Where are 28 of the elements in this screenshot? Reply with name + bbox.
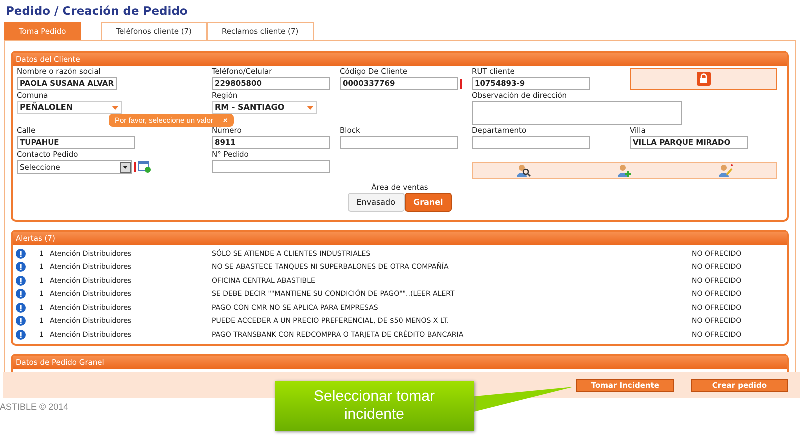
text-area[interactable] xyxy=(472,101,682,125)
text-field[interactable] xyxy=(472,136,590,149)
info-icon xyxy=(16,316,26,326)
info-icon xyxy=(16,262,26,272)
person-search-icon[interactable] xyxy=(516,164,530,178)
info-icon xyxy=(16,276,26,286)
callout: Seleccionar tomar incidente xyxy=(275,381,474,431)
lock-button[interactable] xyxy=(630,68,777,90)
person-add-icon[interactable] xyxy=(618,164,632,178)
dropdown-field[interactable]: RM - SANTIAGO xyxy=(212,101,317,114)
info-icon xyxy=(16,330,26,340)
lock-icon xyxy=(696,72,710,86)
dropdown-value: RM - SANTIAGO xyxy=(215,102,285,113)
dropdown-field[interactable]: PEÑALOLEN xyxy=(17,101,122,114)
text-field[interactable] xyxy=(212,160,330,173)
info-icon xyxy=(16,302,26,313)
person-edit-icon[interactable] xyxy=(718,164,732,178)
info-icon xyxy=(16,289,26,300)
caret-icon xyxy=(112,106,119,110)
page-title: Pedido / Creación de Pedido xyxy=(5,3,189,20)
dropdown-value: PEÑALOLEN xyxy=(20,102,74,113)
text-field[interactable] xyxy=(340,136,458,149)
copyright-text: ASTIBLE © 2014 xyxy=(0,402,69,412)
calendar-add-icon[interactable] xyxy=(138,161,151,173)
caret-icon xyxy=(120,162,131,172)
info-icon xyxy=(16,248,26,259)
caret-icon xyxy=(307,106,314,110)
toggle-button[interactable]: Envasado xyxy=(348,193,405,212)
